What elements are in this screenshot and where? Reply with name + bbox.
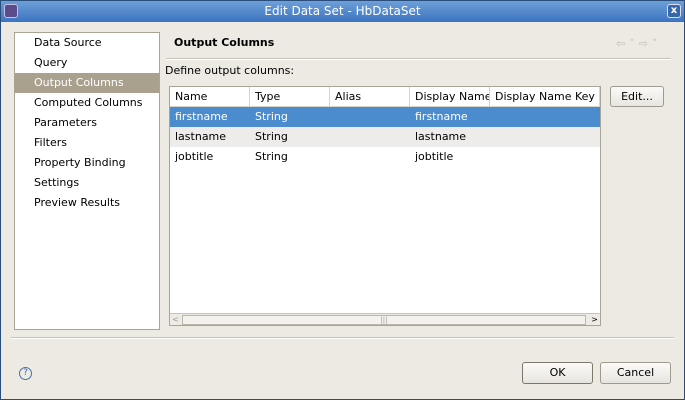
horizontal-scrollbar[interactable]: < ||| > <box>170 313 600 325</box>
nav-item-filters[interactable]: Filters <box>15 133 159 153</box>
nav-item-output-columns[interactable]: Output Columns <box>15 73 159 93</box>
nav-item-data-source[interactable]: Data Source <box>15 33 159 53</box>
page-title: Output Columns <box>174 36 275 49</box>
scrollbar-thumb[interactable]: ||| <box>182 315 586 325</box>
cell-display-name-key <box>490 127 600 147</box>
forward-arrow-icon[interactable]: ⇨˅ <box>639 37 662 50</box>
window-title: Edit Data Set - HbDataSet <box>264 4 421 18</box>
cell-type: String <box>255 150 288 163</box>
scroll-right-icon[interactable]: > <box>589 314 600 325</box>
cell-type: String <box>255 110 288 123</box>
app-icon <box>4 4 18 18</box>
cell-display-name-key <box>490 147 600 167</box>
cell-display-name-key <box>490 107 600 127</box>
cell-type: String <box>255 130 288 143</box>
column-header-display-name-key[interactable]: Display Name Key <box>490 87 600 106</box>
table-row[interactable]: lastname String lastname <box>170 127 600 147</box>
column-header-type[interactable]: Type <box>250 87 330 106</box>
output-columns-table: Name Type Alias Display Name Display Nam… <box>169 86 601 326</box>
instruction-label: Define output columns: <box>165 64 295 77</box>
close-icon[interactable]: x <box>667 4 681 18</box>
nav-item-property-binding[interactable]: Property Binding <box>15 153 159 173</box>
nav-item-query[interactable]: Query <box>15 53 159 73</box>
scroll-left-icon[interactable]: < <box>170 314 181 325</box>
ok-button[interactable]: OK <box>522 362 593 384</box>
cell-display-name: firstname <box>415 110 468 123</box>
column-header-display-name[interactable]: Display Name <box>410 87 490 106</box>
help-icon[interactable]: ? <box>19 367 32 380</box>
nav-item-computed-columns[interactable]: Computed Columns <box>15 93 159 113</box>
cell-name: lastname <box>175 130 227 143</box>
header-divider <box>166 58 671 60</box>
cell-alias <box>330 147 410 167</box>
cell-name: firstname <box>175 110 228 123</box>
cancel-button[interactable]: Cancel <box>600 362 671 384</box>
back-arrow-icon[interactable]: ⇦˅ <box>616 37 639 50</box>
table-header: Name Type Alias Display Name Display Nam… <box>170 87 600 107</box>
history-nav: ⇦˅⇨˅ <box>616 37 661 50</box>
nav-item-parameters[interactable]: Parameters <box>15 113 159 133</box>
table-row[interactable]: firstname String firstname <box>170 107 600 127</box>
edit-data-set-dialog: Edit Data Set - HbDataSet x Data Source … <box>0 0 685 400</box>
title-bar: Edit Data Set - HbDataSet x <box>1 1 684 22</box>
cell-display-name: lastname <box>415 130 467 143</box>
table-row[interactable]: jobtitle String jobtitle <box>170 147 600 167</box>
cell-alias <box>330 107 410 127</box>
edit-button[interactable]: Edit... <box>610 86 664 107</box>
nav-item-settings[interactable]: Settings <box>15 173 159 193</box>
cell-name: jobtitle <box>175 150 214 163</box>
footer-divider <box>11 337 674 339</box>
nav-list: Data Source Query Output Columns Compute… <box>14 32 160 330</box>
column-header-name[interactable]: Name <box>170 87 250 106</box>
cell-alias <box>330 127 410 147</box>
column-header-alias[interactable]: Alias <box>330 87 410 106</box>
cell-display-name: jobtitle <box>415 150 454 163</box>
nav-item-preview-results[interactable]: Preview Results <box>15 193 159 213</box>
